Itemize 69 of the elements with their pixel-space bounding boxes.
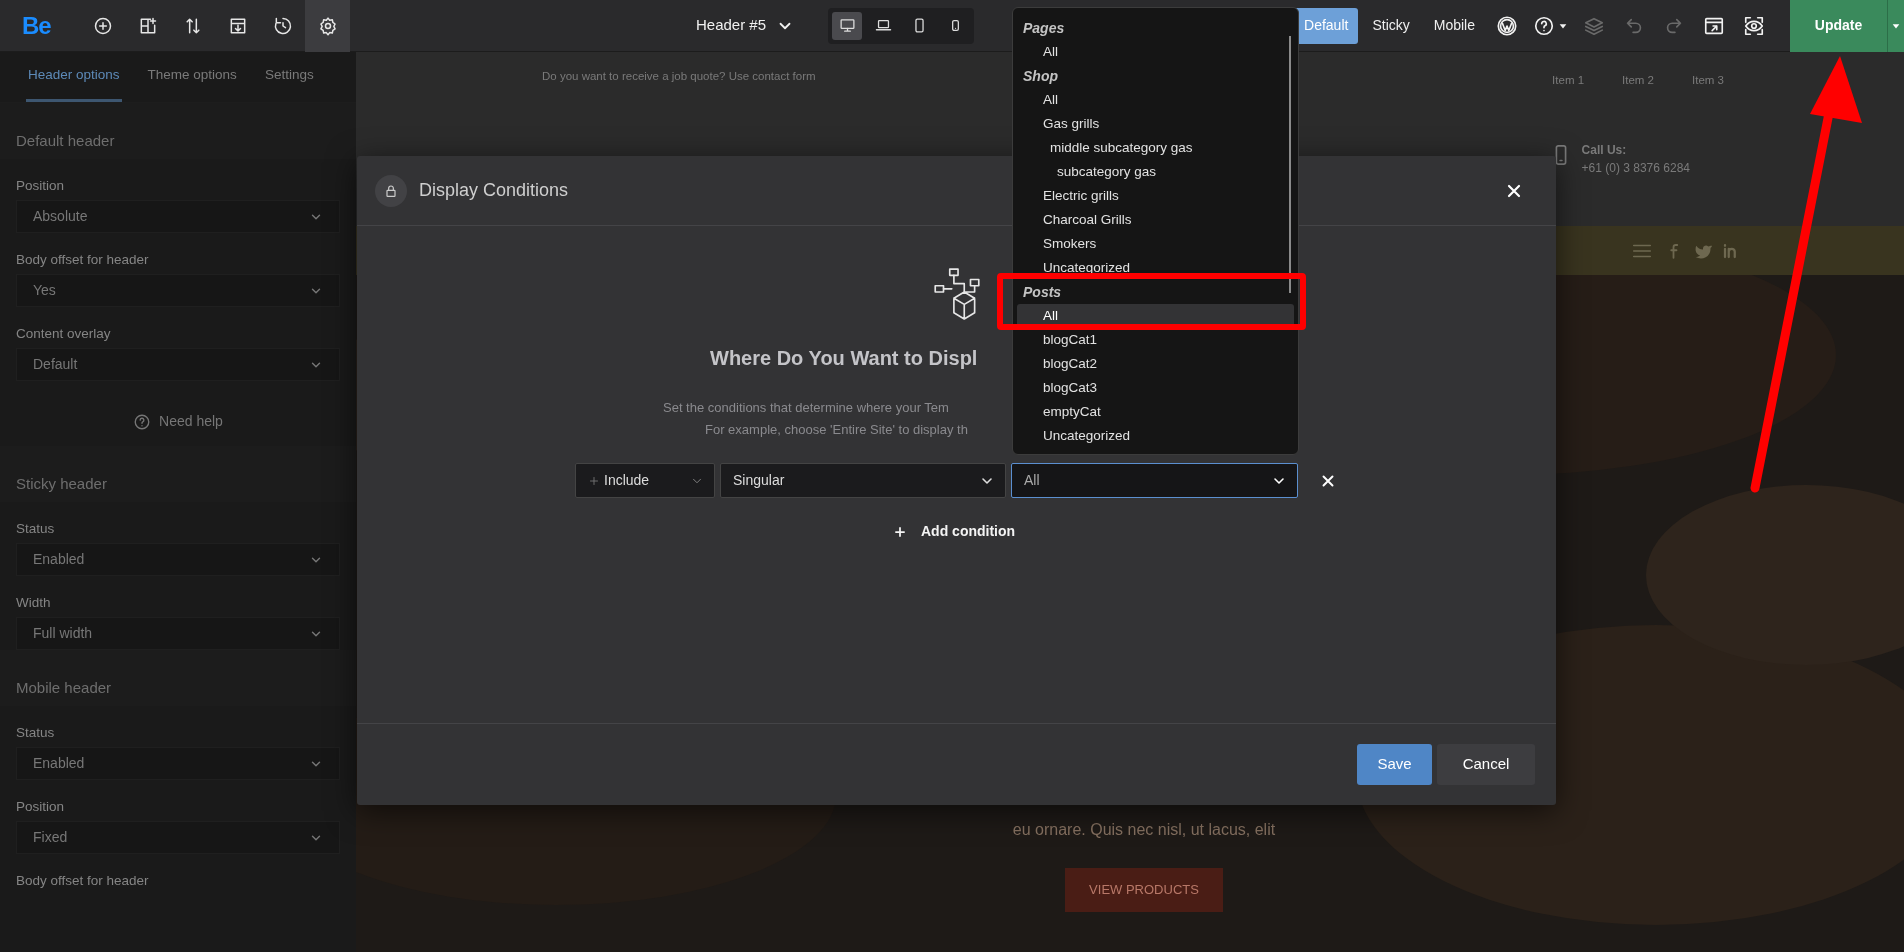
mode-tab[interactable]: Mobile xyxy=(1423,7,1485,44)
group-label: Pages xyxy=(1022,19,1066,38)
field-label: Width xyxy=(16,595,52,611)
sidebar-tab[interactable]: Settings xyxy=(262,52,316,102)
sidebar-tab[interactable]: Theme options xyxy=(145,52,239,102)
select-field[interactable]: Absolute xyxy=(16,200,340,233)
group-label: Posts xyxy=(1022,283,1063,302)
logo-icon xyxy=(1496,14,1518,37)
dropdown-option[interactable]: All xyxy=(1017,40,1294,64)
dropdown-option[interactable]: Charcoal Grills xyxy=(1017,208,1294,232)
mode-tab[interactable]: Sticky xyxy=(1362,7,1420,44)
dropdown-option[interactable]: Smokers xyxy=(1017,232,1294,256)
phone-number: +61 (0) 3 8376 6284 xyxy=(1581,160,1690,178)
field-label: Content overlay xyxy=(16,326,112,342)
monitor-icon xyxy=(838,17,856,34)
dropdown-option[interactable]: blogCat2 xyxy=(1017,352,1294,376)
modal-title: Display Conditions xyxy=(419,179,569,202)
plus-icon xyxy=(893,524,907,539)
field-label: Body offset for header xyxy=(16,873,150,889)
header-select[interactable]: Header #5 xyxy=(690,10,801,41)
settings-icon xyxy=(317,15,338,36)
scrollbar[interactable] xyxy=(1289,36,1291,293)
dropdown-option[interactable]: Gas grills xyxy=(1017,112,1294,136)
dropdown-option[interactable]: blogCat1 xyxy=(1017,328,1294,352)
view-products-button[interactable]: VIEW PRODUCTS xyxy=(1065,868,1223,912)
description-text: Set the conditions that determine where your Tem xyxy=(663,399,949,417)
dropdown-option[interactable]: emptyCat xyxy=(1017,400,1294,424)
history-icon xyxy=(272,15,293,36)
field-label: Position xyxy=(16,799,66,815)
select-field[interactable]: Default xyxy=(16,348,340,381)
toolbar-button[interactable] xyxy=(305,0,350,52)
dropdown-option[interactable]: subcategory gas xyxy=(1017,160,1294,184)
field-label: Position xyxy=(16,178,66,194)
lock-icon xyxy=(383,182,399,199)
eye-icon xyxy=(1743,14,1765,37)
boxes-diagram-icon xyxy=(931,265,982,321)
select-field[interactable]: Enabled xyxy=(16,747,340,780)
scope-select[interactable]: Singular xyxy=(720,463,1006,498)
help-icon xyxy=(133,412,152,431)
help-link[interactable]: Need help xyxy=(159,411,223,432)
select-field[interactable]: Fixed xyxy=(16,821,340,854)
description-text: For example, choose 'Entire Site' to display th xyxy=(705,421,968,439)
group-label: Shop xyxy=(1022,67,1059,86)
select-field[interactable]: Full width xyxy=(16,617,340,650)
plus-icon xyxy=(588,474,600,487)
target-select[interactable]: All xyxy=(1011,463,1298,498)
help-icon xyxy=(1533,14,1555,37)
dropdown-option[interactable]: Uncategorized xyxy=(1017,424,1294,448)
field-label: Status xyxy=(16,521,56,537)
add-condition-button[interactable]: Add condition xyxy=(887,520,1022,543)
plus-circle-icon xyxy=(92,15,113,36)
select-field[interactable]: Yes xyxy=(16,274,340,307)
include-select[interactable]: Include xyxy=(575,463,715,498)
field-label: Body offset for header xyxy=(16,252,150,268)
device-button[interactable] xyxy=(832,11,863,40)
field-label: Status xyxy=(16,725,56,741)
save-button[interactable]: Save xyxy=(1357,744,1432,785)
dropdown-option[interactable]: middle subcategory gas xyxy=(1017,136,1294,160)
dropdown-option[interactable]: All xyxy=(1017,88,1294,112)
cancel-button[interactable]: Cancel xyxy=(1437,744,1535,785)
modal-heading: Where Do You Want to Displ xyxy=(710,346,978,371)
update-button[interactable]: Update xyxy=(1790,0,1887,52)
contact-label: Call Us: xyxy=(1581,142,1628,160)
top-bar-text: Do you want to receive a job quote? Use contact form xyxy=(542,69,816,84)
logo[interactable]: Be xyxy=(0,7,80,44)
dropdown-option[interactable]: Electric grills xyxy=(1017,184,1294,208)
dropdown-option[interactable]: blogCat3 xyxy=(1017,376,1294,400)
hero-text: eu ornare. Quis nec nisl, ut lacus, elit xyxy=(1012,820,1276,840)
select-field[interactable]: Enabled xyxy=(16,543,340,576)
